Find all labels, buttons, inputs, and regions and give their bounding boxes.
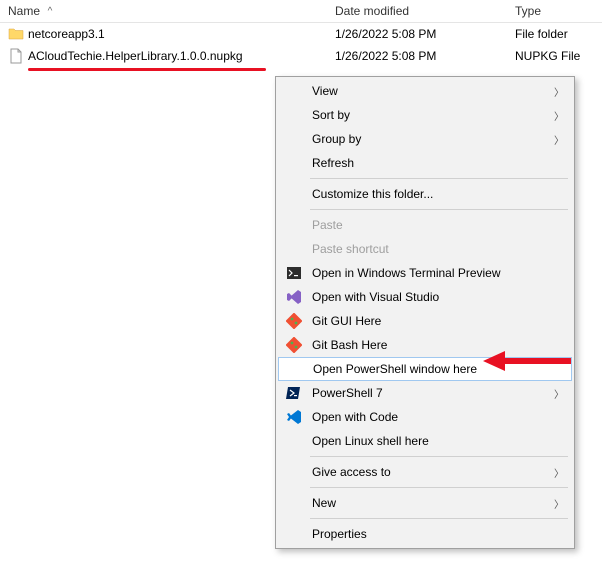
file-date: 1/26/2022 5:08 PM [335,27,515,41]
terminal-icon [282,265,306,281]
menu-open-with-code[interactable]: Open with Code [278,405,572,429]
file-type: File folder [515,27,595,41]
menu-separator [310,487,568,488]
file-row-folder[interactable]: netcoreapp3.1 1/26/2022 5:08 PM File fol… [0,23,602,45]
menu-group-by[interactable]: Group by 〉 [278,127,572,151]
file-row-nupkg[interactable]: ACloudTechie.HelperLibrary.1.0.0.nupkg 1… [0,45,602,67]
menu-open-visual-studio[interactable]: Open with Visual Studio [278,285,572,309]
menu-properties[interactable]: Properties [278,522,572,546]
menu-open-powershell-here[interactable]: Open PowerShell window here [278,357,572,381]
menu-paste-shortcut: Paste shortcut [278,237,572,261]
column-header-name[interactable]: Name ^ [0,4,335,18]
menu-sort-by[interactable]: Sort by 〉 [278,103,572,127]
column-header-type[interactable]: Type [515,4,595,18]
chevron-right-icon: 〉 [554,386,564,401]
file-icon [8,48,24,64]
chevron-right-icon: 〉 [554,496,564,511]
file-name: ACloudTechie.HelperLibrary.1.0.0.nupkg [28,49,243,63]
context-menu: View 〉 Sort by 〉 Group by 〉 Refresh Cust… [275,76,575,549]
menu-refresh[interactable]: Refresh [278,151,572,175]
column-header-row: Name ^ Date modified Type [0,0,602,23]
visual-studio-icon [282,289,306,305]
menu-separator [310,518,568,519]
powershell-icon [282,385,306,401]
menu-open-windows-terminal[interactable]: Open in Windows Terminal Preview [278,261,572,285]
menu-customize-folder[interactable]: Customize this folder... [278,182,572,206]
sort-ascending-icon: ^ [40,6,60,17]
menu-git-bash[interactable]: Git Bash Here [278,333,572,357]
menu-separator [310,178,568,179]
menu-new[interactable]: New 〉 [278,491,572,515]
menu-open-linux-shell[interactable]: Open Linux shell here [278,429,572,453]
file-list: Name ^ Date modified Type netcoreapp3.1 … [0,0,602,71]
git-icon [282,337,306,353]
chevron-right-icon: 〉 [554,84,564,99]
menu-powershell7[interactable]: PowerShell 7 〉 [278,381,572,405]
vscode-icon [282,409,306,425]
chevron-right-icon: 〉 [554,132,564,147]
annotation-underline [28,68,266,71]
git-icon [282,313,306,329]
menu-view[interactable]: View 〉 [278,79,572,103]
file-name: netcoreapp3.1 [28,27,105,41]
menu-separator [310,209,568,210]
column-header-date[interactable]: Date modified [335,4,515,18]
menu-git-gui[interactable]: Git GUI Here [278,309,572,333]
file-type: NUPKG File [515,49,595,63]
file-date: 1/26/2022 5:08 PM [335,49,515,63]
menu-paste: Paste [278,213,572,237]
menu-separator [310,456,568,457]
folder-icon [8,26,24,42]
chevron-right-icon: 〉 [554,108,564,123]
menu-give-access-to[interactable]: Give access to 〉 [278,460,572,484]
chevron-right-icon: 〉 [554,465,564,480]
